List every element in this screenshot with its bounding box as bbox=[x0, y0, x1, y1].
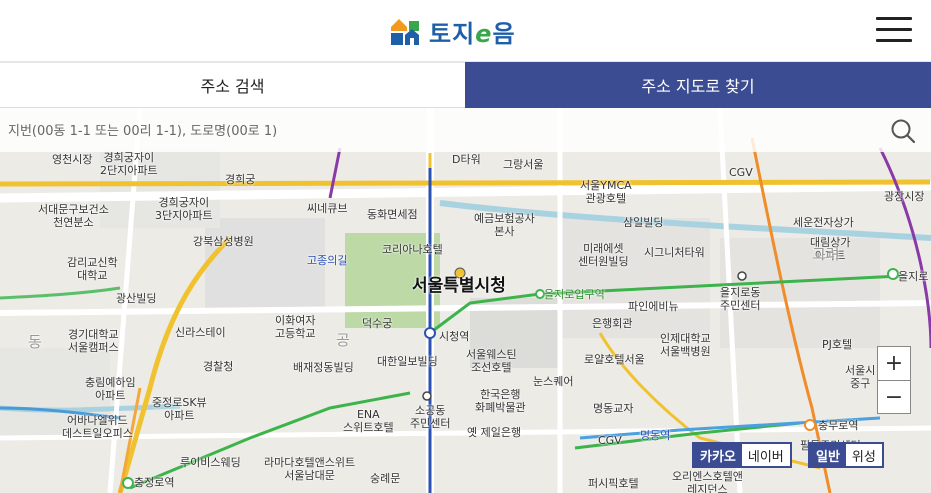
map-label: 서대문구보건소 천연분소 bbox=[38, 203, 109, 229]
map-label: 한국은행 화폐박물관 bbox=[475, 388, 526, 414]
map-label: 숭례문 bbox=[370, 472, 401, 485]
zoom-in-button[interactable]: + bbox=[878, 347, 910, 381]
map-label: 영천시장 bbox=[52, 153, 93, 166]
map-label: 세운전자상가 bbox=[793, 216, 854, 229]
map-label: 경찰청 bbox=[203, 360, 234, 373]
map-label: 중정로SK뷰 아파트 bbox=[152, 396, 207, 422]
map-label: 로얄호텔서울 bbox=[584, 353, 645, 366]
map-label: 은행회관 bbox=[592, 317, 633, 330]
map-label: 동 bbox=[28, 333, 42, 351]
map-label: 동화면세점 bbox=[367, 208, 418, 221]
map-label: 시청역 bbox=[439, 330, 470, 343]
hamburger-menu-icon[interactable] bbox=[876, 17, 912, 43]
map-label: 예금보험공사 본사 bbox=[474, 212, 535, 238]
tab-bar: 주소 검색 주소 지도로 찾기 bbox=[0, 62, 931, 108]
map-type-satellite-button[interactable]: 위성 bbox=[845, 444, 882, 466]
map-label: 감리교신학 대학교 bbox=[67, 256, 118, 282]
map-label: 라마다호텔앤스위트 서울남대문 bbox=[264, 456, 356, 482]
map-label: 배재정동빌딩 bbox=[293, 361, 354, 374]
map-label: 을지로입구역 bbox=[544, 288, 605, 301]
logo-house-icon bbox=[389, 15, 421, 47]
zoom-control: + − bbox=[877, 346, 911, 414]
map-label: PJ호텔 bbox=[822, 338, 853, 351]
map-label: 명동역 bbox=[640, 429, 671, 442]
map-label: 인제대학교 서울백병원 bbox=[660, 332, 711, 358]
map-label: 경기대학교 서울캠퍼스 bbox=[68, 328, 119, 354]
map-label: 광산빌딩 bbox=[116, 292, 157, 305]
tab-address-search[interactable]: 주소 검색 bbox=[0, 62, 465, 108]
map-label: CGV bbox=[598, 434, 622, 447]
map-label: 충림예하임 아파트 bbox=[85, 376, 136, 402]
map-label: 서울웨스틴 조선호텔 bbox=[466, 348, 517, 374]
map-label: 경희궁 bbox=[225, 173, 256, 186]
map-label: 명동교자 bbox=[593, 402, 634, 415]
map-label: 을지로동 주민센터 bbox=[720, 286, 761, 312]
map-label: 소공동 주민센터 bbox=[410, 404, 451, 430]
provider-kakao-button[interactable]: 카카오 bbox=[694, 444, 742, 466]
map-label: 대한일보빌딩 bbox=[377, 355, 438, 368]
map-label: 삼일빌딩 bbox=[623, 216, 664, 229]
logo[interactable]: 토지e음 bbox=[389, 14, 516, 48]
map-label: 퍼시픽호텔 bbox=[588, 477, 639, 490]
city-hall-label: 서울특별시청 bbox=[412, 276, 506, 296]
map-label: 시그니처타워 bbox=[644, 246, 705, 259]
map-type-normal-button[interactable]: 일반 bbox=[810, 444, 846, 466]
map-label: 경희궁자이 2단지아파트 bbox=[100, 151, 158, 177]
address-search-input[interactable] bbox=[0, 108, 890, 154]
tab-address-map[interactable]: 주소 지도로 찾기 bbox=[465, 62, 931, 108]
map-provider-toggle: 카카오 네이버 bbox=[692, 442, 792, 468]
map-label: 서울YMCA 관광호텔 bbox=[580, 179, 632, 205]
map-label: 오리엔스호텔앤 레지던스 bbox=[672, 470, 743, 493]
map-label: 충무로역 bbox=[818, 419, 859, 432]
map-label: 신라스테이 bbox=[175, 326, 226, 339]
map-label: 씨네큐브 bbox=[307, 202, 348, 215]
provider-naver-button[interactable]: 네이버 bbox=[741, 444, 790, 466]
map-label: 루이비스웨딩 bbox=[180, 456, 241, 469]
map-label: 어바나엘위드 데스트일오피스 bbox=[62, 414, 133, 440]
zoom-out-button[interactable]: − bbox=[878, 381, 910, 414]
map-label: 강북삼성병원 bbox=[193, 235, 254, 248]
map-label: 광장시장 bbox=[884, 190, 925, 203]
map-label: 고려 bbox=[812, 245, 840, 263]
map-label: 코리아나호텔 bbox=[382, 243, 443, 256]
search-icon[interactable] bbox=[889, 117, 917, 145]
map-label: 고종의길 bbox=[307, 254, 348, 267]
map-view[interactable]: 영천시장 경희궁자이 2단지아파트 경희궁 D타워 그랑서울 CGV 광장시장 … bbox=[0, 108, 931, 493]
map-label: 눈스퀘어 bbox=[533, 375, 574, 388]
map-label: 공 bbox=[336, 331, 350, 349]
map-label: 그랑서울 bbox=[503, 158, 544, 171]
map-label: ENA 스위트호텔 bbox=[343, 408, 394, 434]
map-label: 경희궁자이 3단지아파트 bbox=[155, 196, 213, 222]
map-label: D타워 bbox=[452, 153, 481, 166]
map-label: 미래에셋 센터원빌딩 bbox=[578, 242, 629, 268]
map-label: 을지로 bbox=[898, 270, 929, 283]
map-label: 옛 제일은행 bbox=[467, 426, 522, 439]
search-bar bbox=[0, 108, 931, 154]
map-label: 서울시 중구 bbox=[845, 364, 876, 390]
map-type-toggle: 일반 위성 bbox=[808, 442, 884, 468]
app-header: 토지e음 bbox=[0, 0, 931, 62]
map-label: 이화여자 고등학교 bbox=[275, 314, 316, 340]
map-label: 파인에비뉴 bbox=[628, 300, 679, 313]
logo-text: 토지e음 bbox=[429, 19, 516, 48]
map-label: CGV bbox=[729, 166, 753, 179]
map-label: 덕수궁 bbox=[362, 317, 393, 330]
map-label: 충정로역 bbox=[134, 476, 175, 489]
